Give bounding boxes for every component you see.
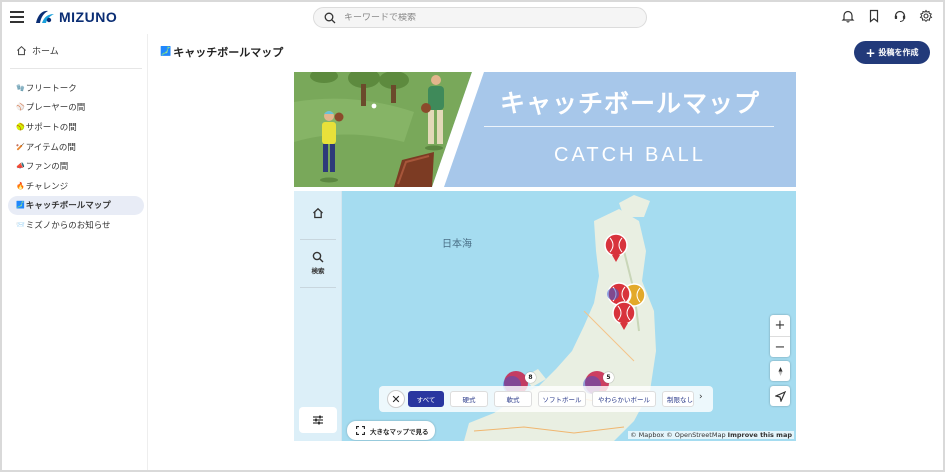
sidebar-item-fans[interactable]: 📣 ファンの間 (8, 156, 144, 176)
zoom-out-button[interactable]: − (770, 336, 790, 357)
sidebar-item-label: ミズノからのお知らせ (25, 220, 111, 231)
home-icon (17, 45, 26, 56)
zoom-in-button[interactable]: + (770, 315, 790, 336)
sidebar-item-news[interactable]: 📨 ミズノからのお知らせ (8, 215, 144, 235)
banner-subtitle: CATCH BALL (554, 144, 706, 166)
sidebar-item-label: アイテムの間 (25, 142, 76, 153)
sidebar-item-label: フリートーク (25, 83, 77, 94)
create-post-button[interactable]: + 投稿を作成 (854, 41, 930, 64)
top-header: MIZUNO (2, 2, 943, 34)
sidebar-item-items[interactable]: 🏏 アイテムの間 (8, 137, 144, 157)
plus-icon: + (865, 45, 876, 60)
header-actions (841, 9, 933, 23)
sidebar-item-label: チャレンジ (25, 181, 69, 192)
banner-title: キャッチボールマップ (499, 89, 760, 118)
sidebar-item-home[interactable]: ホーム (16, 44, 59, 57)
filter-chip-all[interactable]: すべて (408, 391, 444, 407)
search-input[interactable] (344, 12, 624, 23)
view-large-map-button[interactable]: 大きなマップで見る (347, 421, 435, 440)
bookmark-icon[interactable] (867, 9, 881, 23)
sidebar-item-free-talk[interactable]: 🧤 フリートーク (8, 78, 144, 98)
improve-map-link[interactable]: Improve this map (728, 431, 792, 439)
home-icon[interactable] (312, 207, 324, 219)
mizuno-runbird-icon (34, 8, 56, 26)
expand-icon (356, 426, 365, 435)
app-frame: MIZUNO ホーム 🧤フリートーク ⚾プレーヤーの間 🥎サポートの間 🏏アイテ… (2, 2, 943, 470)
map-attribution: © Mapbox © OpenStreetMap Improve this ma… (628, 431, 794, 439)
filter-chip-softball[interactable]: ソフトボール (538, 391, 586, 407)
banner-divider (484, 126, 774, 127)
support-chat-icon[interactable] (893, 9, 907, 23)
menu-icon[interactable] (10, 10, 24, 24)
map-search-button[interactable]: 検索 (294, 251, 342, 275)
category-filter-bar: ✕ すべて 硬式 軟式 ソフトボール やわらかいボール 制限なし › (379, 386, 713, 412)
sidebar-divider (10, 68, 142, 69)
close-icon[interactable]: ✕ (387, 390, 405, 408)
fire-icon: 🔥 (16, 181, 25, 190)
sidebar-item-label: キャッチボールマップ (25, 201, 111, 212)
bat-icon: 🏏 (16, 142, 25, 151)
filter-button[interactable] (299, 407, 337, 433)
envelope-icon: 📨 (16, 220, 25, 229)
geolocate-button[interactable] (770, 386, 790, 406)
sidebar-item-label: ファンの間 (25, 162, 69, 173)
chevron-right-icon[interactable]: › (699, 392, 703, 402)
mizuno-logo[interactable]: MIZUNO (34, 8, 117, 26)
map-icon: 🗾 (160, 47, 172, 57)
page-title-text: キャッチボールマップ (173, 46, 284, 59)
sidebar-item-support[interactable]: 🥎 サポートの間 (8, 117, 144, 137)
filter-chip-unlimited[interactable]: 制限なし (662, 391, 694, 407)
map-side-panel: 検索 (294, 191, 342, 441)
create-post-label: 投稿を作成 (878, 48, 919, 57)
filter-chip-hard[interactable]: 硬式 (450, 391, 488, 407)
compass-icon (778, 366, 782, 376)
catchball-map[interactable]: 8 5 日本海 検索 + − ✕ すべて 硬式 軟式 ソフトボール やわらかいボ… (294, 191, 796, 441)
attribution-text[interactable]: © Mapbox © OpenStreetMap (630, 431, 726, 439)
megaphone-icon: 📣 (16, 162, 25, 171)
catchball-banner: キャッチボールマップ CATCH BALL (294, 72, 796, 187)
side-panel-divider (300, 287, 336, 288)
search-bar[interactable] (313, 7, 647, 28)
navigation-arrow-icon (774, 390, 786, 402)
sidebar: ホーム 🧤 フリートーク ⚾ プレーヤーの間 🥎 サポートの間 🏏 アイテムの間 📣 ファ… (2, 34, 148, 470)
cluster-count-badge: 8 (525, 372, 536, 383)
sidebar-category-list: 🧤 フリートーク ⚾ プレーヤーの間 🥎 サポートの間 🏏 アイテムの間 📣 ファンの間 … (8, 78, 144, 235)
sidebar-item-players[interactable]: ⚾ プレーヤーの間 (8, 98, 144, 118)
baseball-icon: ⚾ (16, 103, 25, 112)
view-large-map-label: 大きなマップで見る (370, 427, 429, 436)
sliders-icon (313, 415, 323, 425)
filter-chip-soft[interactable]: 軟式 (494, 391, 532, 407)
compass-button[interactable] (770, 361, 790, 381)
filter-chip-soft-ball-toy[interactable]: やわらかいボール (592, 391, 656, 407)
sidebar-item-label: プレーヤーの間 (25, 103, 86, 114)
side-panel-divider (300, 239, 336, 240)
zoom-controls: + − (770, 315, 790, 357)
softball-icon: 🥎 (16, 122, 25, 131)
gear-icon[interactable] (919, 9, 933, 23)
cluster-count-badge: 5 (603, 372, 614, 383)
glove-icon: 🧤 (16, 83, 25, 92)
logo-text: MIZUNO (59, 9, 118, 25)
sea-label: 日本海 (442, 239, 472, 250)
page-title: 🗾 キャッチボールマップ (160, 44, 283, 60)
sidebar-home-label: ホーム (32, 47, 59, 57)
sidebar-item-catchball-map[interactable]: 🗾 キャッチボールマップ (8, 195, 144, 216)
bell-icon[interactable] (841, 9, 855, 23)
search-icon (312, 251, 324, 263)
map-search-label: 検索 (311, 267, 325, 275)
search-icon (324, 12, 336, 23)
sidebar-item-label: サポートの間 (25, 122, 77, 133)
map-icon: 🗾 (16, 201, 25, 210)
sidebar-item-challenge[interactable]: 🔥 チャレンジ (8, 176, 144, 196)
